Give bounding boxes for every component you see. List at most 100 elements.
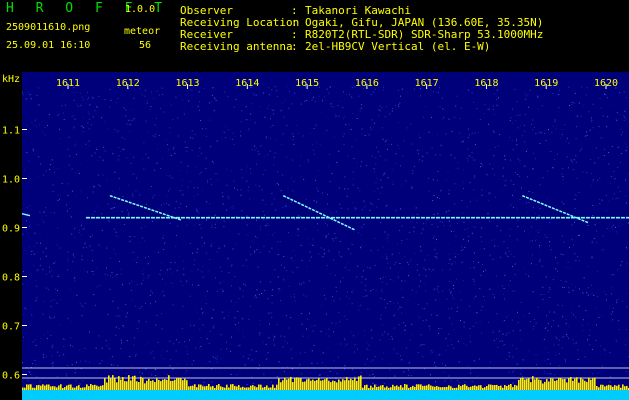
noise-speck: [200, 227, 202, 229]
noise-speck: [352, 113, 354, 114]
noise-speck: [99, 363, 101, 365]
noise-speck: [343, 91, 344, 93]
level-bar: [248, 387, 250, 390]
noise-speck: [612, 319, 614, 321]
noise-speck: [549, 311, 550, 313]
noise-speck: [508, 371, 510, 373]
noise-speck: [160, 168, 162, 169]
noise-speck: [199, 224, 201, 226]
noise-speck: [620, 264, 622, 266]
noise-speck: [387, 148, 388, 150]
noise-speck: [330, 212, 332, 214]
noise-speck: [291, 177, 292, 179]
noise-speck: [497, 346, 499, 348]
noise-speck: [606, 210, 608, 212]
noise-speck: [311, 362, 313, 364]
noise-speck: [342, 277, 344, 278]
noise-speck: [333, 106, 335, 108]
noise-speck: [193, 264, 195, 265]
level-bar: [180, 378, 182, 390]
level-bar: [488, 384, 490, 390]
noise-speck: [505, 316, 507, 318]
noise-speck: [205, 252, 207, 254]
level-bar: [182, 380, 184, 390]
noise-speck: [408, 261, 410, 263]
noise-speck: [291, 201, 292, 203]
noise-speck: [242, 295, 244, 297]
noise-speck: [80, 191, 82, 193]
noise-speck: [337, 105, 339, 107]
noise-speck: [625, 143, 627, 145]
noise-speck: [211, 243, 213, 245]
noise-speck: [169, 340, 171, 342]
noise-speck: [270, 312, 272, 314]
noise-speck: [136, 328, 138, 329]
noise-speck: [178, 255, 180, 257]
noise-speck: [375, 289, 377, 291]
meteor-label: meteor: [124, 26, 161, 37]
noise-speck: [338, 251, 340, 253]
noise-speck: [544, 327, 546, 329]
noise-speck: [496, 225, 498, 227]
noise-speck: [111, 364, 112, 366]
noise-speck: [410, 259, 412, 261]
level-bar: [92, 385, 94, 390]
noise-speck: [202, 271, 203, 273]
noise-speck: [433, 214, 435, 216]
level-bar: [338, 379, 340, 390]
noise-speck: [140, 93, 142, 94]
noise-speck: [22, 94, 24, 96]
noise-speck: [391, 336, 393, 338]
noise-speck: [246, 215, 248, 217]
noise-speck: [27, 233, 29, 235]
noise-speck: [300, 155, 302, 157]
noise-speck: [273, 232, 275, 234]
noise-speck: [264, 116, 266, 118]
noise-speck: [214, 173, 216, 174]
level-bar: [302, 381, 304, 390]
noise-speck: [41, 131, 43, 133]
noise-speck: [59, 128, 60, 130]
noise-speck: [233, 180, 235, 182]
noise-speck: [128, 119, 130, 121]
noise-speck: [63, 91, 65, 93]
noise-speck: [527, 350, 529, 352]
noise-speck: [569, 105, 570, 106]
level-bar: [614, 385, 616, 390]
noise-speck: [222, 289, 224, 291]
noise-speck: [591, 293, 593, 295]
noise-speck: [247, 358, 249, 360]
noise-speck: [461, 262, 463, 263]
noise-speck: [280, 190, 282, 192]
noise-speck: [418, 149, 420, 151]
noise-speck: [34, 153, 36, 155]
noise-speck: [541, 105, 543, 107]
level-bar: [280, 382, 282, 390]
noise-speck: [468, 134, 470, 136]
noise-speck: [363, 270, 365, 272]
noise-speck: [618, 225, 620, 227]
noise-speck: [249, 168, 251, 170]
noise-speck: [22, 283, 24, 285]
noise-speck: [29, 94, 31, 96]
noise-speck: [535, 240, 536, 242]
noise-speck: [272, 109, 274, 111]
noise-speck: [183, 113, 185, 115]
noise-speck: [450, 292, 452, 294]
level-bar: [276, 384, 278, 390]
noise-speck: [415, 291, 417, 293]
level-bar: [22, 387, 24, 390]
noise-speck: [84, 243, 86, 245]
noise-speck: [398, 324, 400, 326]
noise-speck: [285, 205, 287, 207]
noise-speck: [503, 288, 505, 289]
level-bar: [364, 385, 366, 390]
level-bar: [170, 380, 172, 390]
noise-speck: [397, 90, 399, 92]
noise-speck: [411, 143, 413, 145]
noise-speck: [239, 369, 241, 371]
noise-speck: [474, 175, 476, 177]
noise-speck: [382, 256, 384, 258]
noise-speck: [466, 158, 468, 159]
noise-speck: [33, 124, 35, 126]
